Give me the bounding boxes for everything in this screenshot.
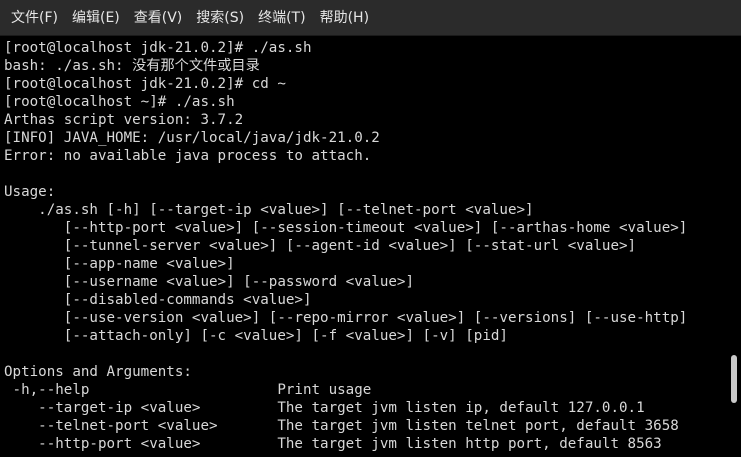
terminal-line: Error: no available java process to atta… [4,148,372,164]
terminal-line: --http-port <value> The target jvm liste… [4,436,662,452]
terminal-line: bash: ./as.sh: 没有那个文件或目录 [4,58,260,74]
scrollbar-thumb[interactable] [731,355,737,403]
terminal-line: [--attach-only] [-c <value>] [-f <value>… [4,328,508,344]
terminal-line: [--tunnel-server <value>] [--agent-id <v… [4,238,637,254]
terminal-line: [--http-port <value>] [--session-timeout… [4,220,688,236]
menu-bar: 文件(F) 编辑(E) 查看(V) 搜索(S) 终端(T) 帮助(H) [0,0,741,36]
terminal-line: -h,--help Print usage [4,382,372,398]
scrollbar-track[interactable] [728,37,741,457]
terminal-line: Options and Arguments: [4,364,192,380]
menu-help[interactable]: 帮助(H) [313,0,376,36]
menu-search[interactable]: 搜索(S) [189,0,251,36]
terminal-line: [--disabled-commands <value>] [4,292,312,308]
terminal-line: --telnet-port <value> The target jvm lis… [4,418,679,434]
terminal-line: [INFO] JAVA_HOME: /usr/local/java/jdk-21… [4,130,380,146]
terminal-line: --target-ip <value> The target jvm liste… [4,400,645,416]
terminal-line: [--use-version <value>] [--repo-mirror <… [4,310,688,326]
terminal-line: Usage: [4,184,56,200]
menu-terminal[interactable]: 终端(T) [251,0,312,36]
terminal-line: ./as.sh [-h] [--target-ip <value>] [--te… [4,202,534,218]
terminal-line: [root@localhost jdk-21.0.2]# cd ~ [4,76,286,92]
menu-view[interactable]: 查看(V) [127,0,190,36]
terminal-line: [root@localhost jdk-21.0.2]# ./as.sh [4,40,312,56]
terminal-output[interactable]: [root@localhost jdk-21.0.2]# ./as.sh bas… [0,37,728,457]
terminal-line: [--username <value>] [--password <value>… [4,274,414,290]
terminal-line: [root@localhost ~]# ./as.sh [4,94,235,110]
menu-file[interactable]: 文件(F) [4,0,65,36]
menu-edit[interactable]: 编辑(E) [65,0,127,36]
terminal-line: Arthas script version: 3.7.2 [4,112,244,128]
terminal-line: [--app-name <value>] [4,256,235,272]
